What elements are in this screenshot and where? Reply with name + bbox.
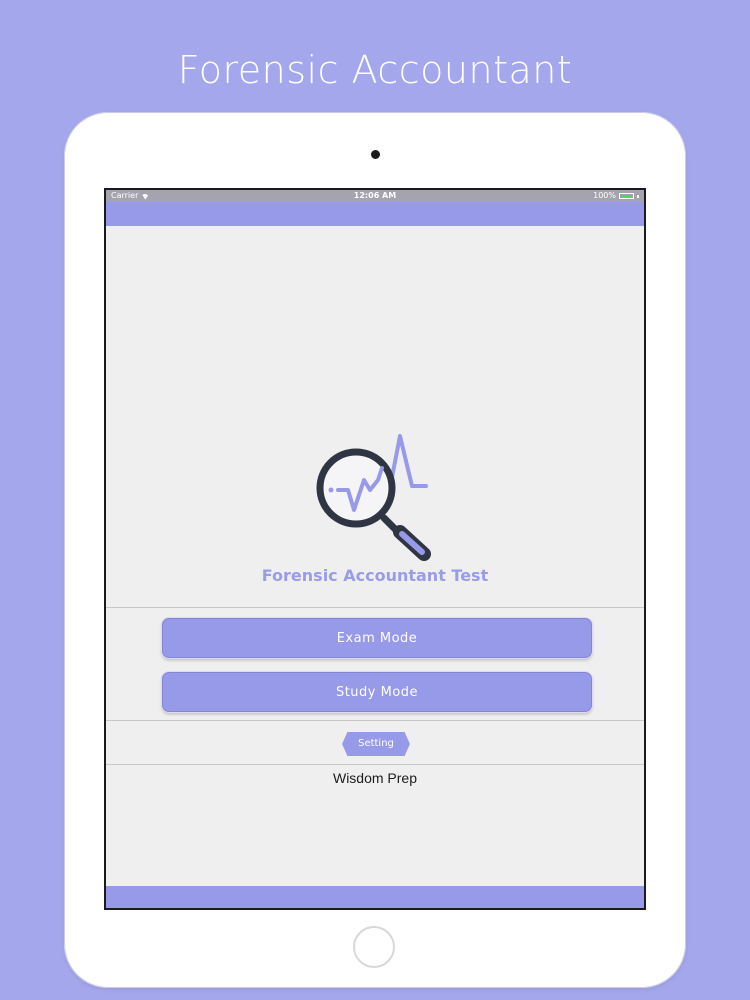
home-button[interactable] <box>353 926 395 968</box>
battery-tip <box>637 194 639 198</box>
exam-mode-button[interactable]: Exam Mode <box>162 618 592 658</box>
divider-middle <box>106 720 644 721</box>
app-screen: Carrier 12:06 AM 100% Forensic Accountan… <box>104 188 646 910</box>
status-time: 12:06 AM <box>353 191 397 200</box>
nav-bar <box>106 202 644 226</box>
battery-icon <box>619 193 634 199</box>
status-right: 100% <box>593 190 639 202</box>
bottom-bar <box>106 886 644 908</box>
divider-top <box>106 607 644 608</box>
ipad-frame: Carrier 12:06 AM 100% Forensic Accountan… <box>64 112 686 988</box>
battery-percent: 100% <box>593 191 616 200</box>
app-title: Forensic Accountant Test <box>261 566 489 585</box>
promo-title: Forensic Accountant <box>177 48 573 92</box>
setting-button[interactable]: Setting <box>342 732 410 756</box>
study-mode-button[interactable]: Study Mode <box>162 672 592 712</box>
status-bar: Carrier 12:06 AM 100% <box>106 190 644 202</box>
brand-label: Wisdom Prep <box>332 770 418 786</box>
magnifier-chart-icon <box>316 434 431 561</box>
divider-bottom <box>106 764 644 765</box>
front-camera <box>371 150 380 159</box>
